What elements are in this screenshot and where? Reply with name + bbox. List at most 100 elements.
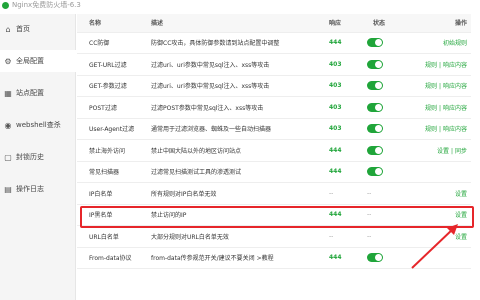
sidebar-item-global-config[interactable]: ⚙ 全局配置 [0, 50, 76, 72]
rule-status: -- [361, 182, 397, 205]
sidebar-item-label: 站点配置 [16, 89, 44, 97]
rule-description: 过滤POST参数中常见sql注入、xss等攻击 [139, 96, 321, 119]
status-toggle[interactable] [367, 253, 383, 263]
action-link[interactable]: 响应内容 [443, 83, 467, 90]
table-row: CC防御 防御CC攻击，具体防御参数请到站点配置中调整 444 初始规则 [77, 32, 471, 54]
rule-response-code: -- [321, 182, 361, 205]
rule-description: 禁止中国大陆以外的地区访问站点 [139, 139, 321, 162]
sidebar-item-home[interactable]: ⌂ 首页 [0, 18, 76, 40]
status-toggle[interactable] [367, 124, 383, 134]
action-link[interactable]: 设置 [455, 191, 467, 198]
sidebar-item-label: 首页 [16, 25, 30, 33]
rule-actions [397, 247, 471, 269]
action-link[interactable]: 规则 [425, 62, 437, 69]
gear-icon: ⚙ [4, 56, 12, 66]
status-toggle[interactable] [367, 167, 383, 177]
rule-name: GET-URL过滤 [77, 53, 139, 76]
sidebar-item-webshell[interactable]: ◉ webshell查杀 [0, 114, 76, 136]
rule-name: 常见扫描器 [77, 161, 139, 183]
rule-name: User-Agent过滤 [77, 118, 139, 140]
action-link[interactable]: 响应内容 [443, 62, 467, 69]
status-toggle[interactable] [367, 145, 383, 155]
rule-response-code: -- [321, 225, 361, 248]
action-separator: | [438, 126, 441, 134]
action-link[interactable]: 规则 [425, 83, 437, 90]
rule-description: 防御CC攻击，具体防御参数请到站点配置中调整 [139, 32, 321, 54]
column-header-response: 响应 [321, 14, 361, 33]
rule-name: IP黑名单 [77, 204, 139, 226]
sites-icon: ▦ [4, 88, 12, 98]
rule-description: 过滤常见扫描测试工具的渗透测试 [139, 161, 321, 183]
table-row: From-data协议 from-data传参规范开关/建议不要关闭 >教程 444 [77, 247, 471, 269]
rule-description: from-data传参规范开关/建议不要关闭 >教程 [139, 247, 321, 269]
action-link[interactable]: 初始规则 [443, 40, 467, 47]
rule-actions: 规则 | 响应内容 [397, 96, 471, 119]
action-separator: | [450, 147, 453, 155]
rule-description: 过滤uri、uri参数中常见sql注入、xss等攻击 [139, 75, 321, 97]
rule-description: 所有规则对IP白名单无效 [139, 182, 321, 205]
column-header-action: 操作 [397, 14, 471, 33]
home-icon: ⌂ [5, 24, 11, 34]
rule-actions: 设置 [397, 225, 471, 248]
table-row: IP白名单 所有规则对IP白名单无效 -- -- 设置 [77, 182, 471, 205]
table-row: IP黑名单 禁止访问的IP 444 -- 设置 [77, 204, 471, 226]
rule-response-code: 403 [321, 118, 361, 140]
rule-status: -- [361, 225, 397, 248]
column-header-desc: 描述 [139, 14, 321, 33]
action-separator: | [438, 104, 441, 112]
rule-name: IP白名单 [77, 182, 139, 205]
status-toggle[interactable] [367, 59, 383, 69]
app-logo-icon [2, 2, 9, 9]
action-link[interactable]: 规则 [425, 126, 437, 133]
sidebar-item-label: webshell查杀 [16, 121, 61, 129]
main-content: 名称 描述 响应 状态 操作 CC防御 防御CC攻击，具体防御参数请到站点配置中调… [77, 14, 480, 300]
table-row: GET-参数过滤 过滤uri、uri参数中常见sql注入、xss等攻击 403 规则 |… [77, 75, 471, 97]
app-titlebar: Nginx免费防火墙-6.3 [0, 0, 81, 14]
rule-status: -- [361, 204, 397, 226]
rule-actions: 设置 | 同步 [397, 139, 471, 162]
rule-response-code: 444 [321, 32, 361, 54]
table-row: POST过滤 过滤POST参数中常见sql注入、xss等攻击 403 规则 | 响应内容 [77, 96, 471, 119]
table-header-row: 名称 描述 响应 状态 操作 [77, 14, 471, 33]
rule-response-code: 403 [321, 75, 361, 97]
rule-actions: 初始规则 [397, 32, 471, 54]
sidebar-item-label: 操作日志 [16, 185, 44, 193]
action-link[interactable]: 设置 [455, 234, 467, 241]
rule-actions: 规则 | 响应内容 [397, 53, 471, 76]
history-icon: ▢ [4, 152, 12, 162]
status-toggle[interactable] [367, 38, 383, 48]
status-toggle[interactable] [367, 81, 383, 91]
rule-name: URL白名单 [77, 225, 139, 248]
rule-description: 大部分规则对URL白名单无效 [139, 225, 321, 248]
action-link[interactable]: 同步 [455, 148, 467, 155]
action-link[interactable]: 设置 [437, 148, 449, 155]
rule-status [361, 53, 397, 76]
sidebar-item-label: 封锁历史 [16, 153, 44, 161]
action-link[interactable]: 设置 [455, 212, 467, 219]
rule-status [361, 161, 397, 183]
rule-name: CC防御 [77, 32, 139, 54]
rule-status [361, 32, 397, 54]
rule-response-code: 444 [321, 161, 361, 183]
rule-response-code: 403 [321, 96, 361, 119]
status-toggle[interactable] [367, 102, 383, 112]
app-title: Nginx免费防火墙-6.3 [12, 1, 81, 9]
action-link[interactable]: 响应内容 [443, 105, 467, 112]
sidebar-item-block-history[interactable]: ▢ 封锁历史 [0, 146, 76, 168]
sidebar-item-operation-log[interactable]: ▤ 操作日志 [0, 178, 76, 200]
table-row: 常见扫描器 过滤常见扫描测试工具的渗透测试 444 [77, 161, 471, 183]
rule-status [361, 96, 397, 119]
column-header-status: 状态 [361, 14, 397, 33]
rule-response-code: 403 [321, 53, 361, 76]
rule-description: 通常用于过滤浏览器、蜘蛛及一些自动扫描器 [139, 118, 321, 140]
action-link[interactable]: 规则 [425, 105, 437, 112]
rule-status [361, 75, 397, 97]
log-icon: ▤ [4, 184, 12, 194]
sidebar-item-site-config[interactable]: ▦ 站点配置 [0, 82, 76, 104]
rule-actions: 规则 | 响应内容 [397, 118, 471, 140]
sidebar-item-label: 全局配置 [16, 57, 44, 65]
action-link[interactable]: 响应内容 [443, 126, 467, 133]
rule-response-code: 444 [321, 247, 361, 269]
rule-status [361, 139, 397, 162]
column-header-name: 名称 [77, 14, 139, 33]
